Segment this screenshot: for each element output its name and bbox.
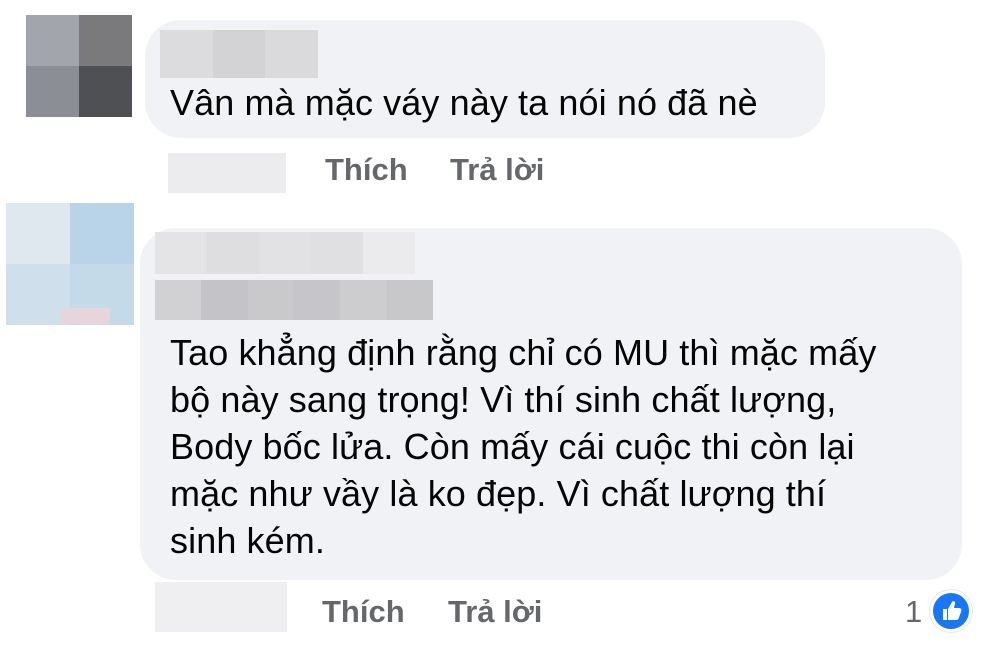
reply-button[interactable]: Trả lời [450,152,544,188]
reply-button[interactable]: Trả lời [448,594,542,630]
timestamp-blurred[interactable] [155,582,287,632]
author-name-blurred[interactable] [155,232,415,274]
avatar-edge-blurred [60,308,110,324]
comment-text-line: mặc như vầy là ko đẹp. Vì chất lượng thí [170,473,827,514]
timestamp-blurred[interactable] [168,153,286,193]
comment-text-line: Body bốc lửa. Còn mấy cái cuộc thi còn l… [170,426,855,467]
like-button[interactable]: Thích [325,152,408,188]
avatar[interactable] [6,203,134,325]
avatar[interactable] [26,15,132,117]
reaction-count[interactable]: 1 [905,594,922,630]
comment-text-line: bộ này sang trọng! Vì thí sinh chất lượn… [170,379,837,420]
author-badge-blurred [155,280,433,320]
thumb-up-glyph [943,601,962,620]
comment-text-line: sinh kém. [170,520,325,561]
comment-text: Vân mà mặc váy này ta nói nó đã nè [170,82,758,123]
like-thumb-icon[interactable] [930,590,972,632]
comment-text-line: Tao khẳng định rằng chỉ có MU thì mặc mấ… [170,332,877,373]
like-button[interactable]: Thích [322,594,405,630]
author-name-blurred[interactable] [160,30,318,78]
